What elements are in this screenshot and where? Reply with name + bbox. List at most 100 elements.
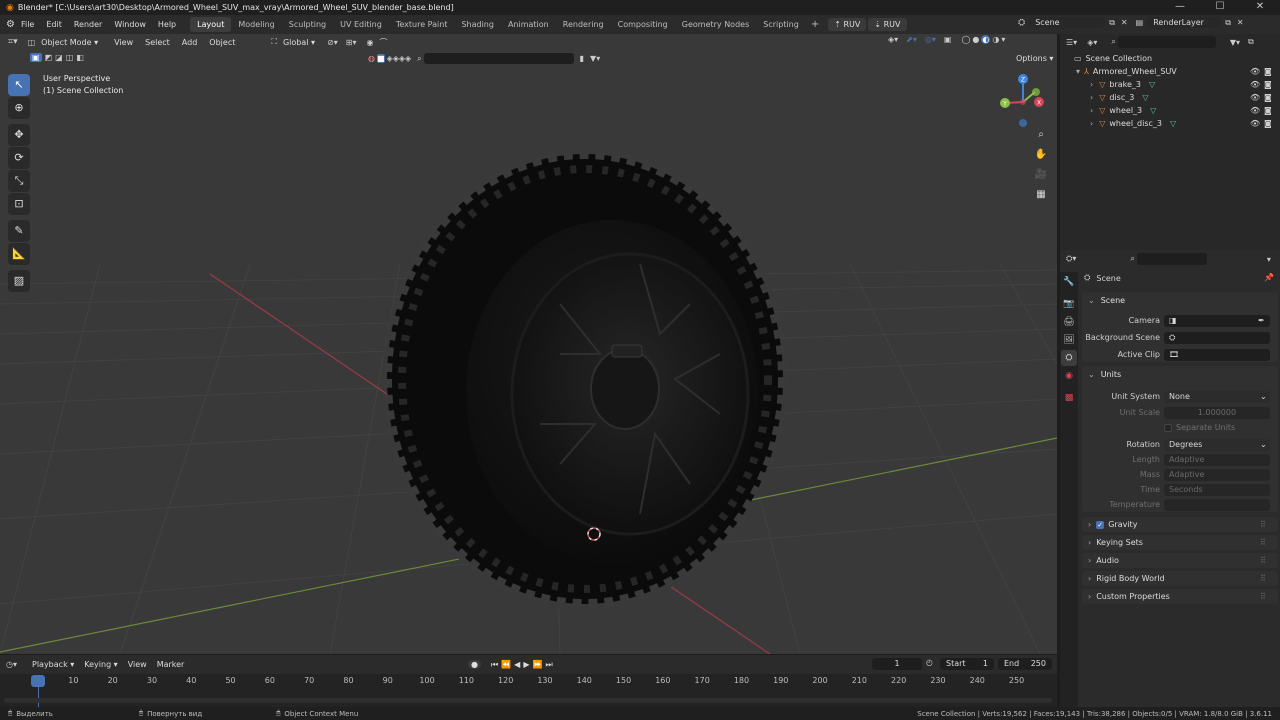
visibility-eye-icon[interactable]: 👁 bbox=[1250, 106, 1260, 115]
properties-search-field[interactable] bbox=[1136, 253, 1207, 265]
menu-render[interactable]: Render bbox=[68, 20, 108, 29]
new-scene-icon[interactable]: ⧉ bbox=[1109, 18, 1115, 28]
rigid-body-world-panel[interactable]: › Rigid Body World ⠿ bbox=[1082, 571, 1278, 586]
render-camera-icon[interactable]: ◙ bbox=[1264, 106, 1272, 115]
blender-menu-icon[interactable]: ⚙ bbox=[6, 19, 15, 30]
camera-field[interactable]: ◨ ✒ bbox=[1164, 315, 1270, 327]
cursor-tool[interactable]: ⊕ bbox=[8, 97, 30, 119]
timeline-scrollbar[interactable] bbox=[4, 698, 1052, 703]
zoom-icon[interactable]: ⌕ bbox=[1033, 129, 1049, 145]
jump-keyframe-back-icon[interactable]: ⏪ bbox=[501, 660, 511, 669]
scene-selector[interactable]: Scene bbox=[1029, 17, 1106, 28]
end-frame-field[interactable]: End 250 bbox=[998, 658, 1052, 670]
editor-type-icon[interactable]: ⌗▾ bbox=[8, 37, 18, 47]
select-new-icon[interactable]: ▣ bbox=[30, 53, 42, 62]
render-tab-icon[interactable]: 📷 bbox=[1061, 296, 1077, 312]
filter-curve-icon[interactable]: ◈◈◈◈ bbox=[387, 54, 412, 63]
unit-system-dropdown[interactable]: None ⌄ bbox=[1164, 391, 1270, 403]
properties-options-icon[interactable]: ▾ bbox=[1267, 255, 1271, 264]
remove-view-layer-icon[interactable]: ✕ bbox=[1237, 18, 1244, 27]
jump-start-icon[interactable]: ⏮ bbox=[491, 660, 498, 670]
menu-select[interactable]: Select bbox=[139, 37, 176, 48]
current-frame-field[interactable]: 1 bbox=[872, 658, 922, 670]
workspace-tab-texture-paint[interactable]: Texture Paint bbox=[389, 17, 455, 32]
drag-handle-icon[interactable]: ⠿ bbox=[1260, 520, 1266, 529]
mesh-data-icon[interactable]: ▽ bbox=[1149, 80, 1155, 89]
start-frame-field[interactable]: Start 1 bbox=[940, 658, 994, 670]
select-extend-icon[interactable]: ◩ bbox=[45, 53, 53, 62]
menu-file[interactable]: File bbox=[15, 20, 40, 29]
marker-menu[interactable]: Marker bbox=[152, 660, 190, 669]
shading-options-icon[interactable]: ▾ bbox=[1001, 35, 1005, 44]
workspace-tab-geometry-nodes[interactable]: Geometry Nodes bbox=[675, 17, 756, 32]
visibility-icon[interactable]: ◈▾ bbox=[888, 35, 898, 44]
eyedropper-icon[interactable]: ✒ bbox=[1258, 315, 1265, 327]
maximize-button[interactable]: ☐ bbox=[1200, 0, 1240, 15]
jump-end-icon[interactable]: ⏭ bbox=[545, 660, 552, 670]
view-layer-icon[interactable]: ▤ bbox=[1136, 18, 1144, 27]
select-invert-icon[interactable]: ◫ bbox=[66, 53, 74, 62]
frame-ruler[interactable]: 1102030405060708090100110120130140150160… bbox=[0, 674, 1057, 707]
ruv-download-button[interactable]: ⇣ RUV bbox=[868, 18, 907, 31]
render-camera-icon[interactable]: ◙ bbox=[1264, 93, 1272, 102]
add-workspace-icon[interactable]: + bbox=[806, 19, 824, 30]
workspace-tab-modeling[interactable]: Modeling bbox=[231, 17, 281, 32]
workspace-tab-rendering[interactable]: Rendering bbox=[556, 17, 611, 32]
expand-arrow-icon[interactable]: › bbox=[1090, 80, 1093, 89]
workspace-tab-layout[interactable]: Layout bbox=[190, 17, 232, 32]
outliner-row-armored-wheel[interactable]: ▾ ⅄ Armored_Wheel_SUV 👁 ◙ bbox=[1060, 65, 1280, 78]
measure-tool[interactable]: 📐 bbox=[8, 243, 30, 265]
scene-tab-icon[interactable]: ⛭ bbox=[1061, 350, 1077, 366]
workspace-tab-sculpting[interactable]: Sculpting bbox=[282, 17, 333, 32]
pan-hand-icon[interactable]: ✋ bbox=[1033, 149, 1049, 165]
outliner-row-wheel[interactable]: › ▽ wheel_3 ▽ 👁 ◙ bbox=[1060, 104, 1280, 117]
shading-solid-icon[interactable]: ● bbox=[972, 35, 979, 44]
collection-tab-icon[interactable]: ▩ bbox=[1061, 390, 1077, 406]
outliner-filter-icon[interactable]: ▼▾ bbox=[1230, 38, 1240, 47]
visibility-eye-icon[interactable]: 👁 bbox=[1250, 80, 1260, 89]
visibility-eye-icon[interactable]: 👁 bbox=[1250, 67, 1260, 76]
outliner-row-brake[interactable]: › ▽ brake_3 ▽ 👁 ◙ bbox=[1060, 78, 1280, 91]
xray-toggle-icon[interactable]: ▣ bbox=[944, 35, 952, 44]
playback-menu[interactable]: Playback ▾ bbox=[27, 660, 79, 669]
ruv-upload-button[interactable]: ⇡ RUV bbox=[828, 18, 867, 31]
viewport-search-field[interactable] bbox=[423, 53, 574, 64]
mass-dropdown[interactable]: Adaptive bbox=[1164, 469, 1270, 481]
length-dropdown[interactable]: Adaptive bbox=[1164, 454, 1270, 466]
visibility-eye-icon[interactable]: 👁 bbox=[1250, 93, 1260, 102]
temperature-dropdown[interactable] bbox=[1164, 499, 1270, 511]
wheel-model[interactable] bbox=[382, 149, 788, 609]
mesh-data-icon[interactable]: ▽ bbox=[1170, 119, 1176, 128]
world-tab-icon[interactable]: ◉ bbox=[1061, 368, 1077, 384]
custom-properties-panel[interactable]: › Custom Properties ⠿ bbox=[1082, 589, 1278, 604]
move-tool[interactable]: ✥ bbox=[8, 124, 30, 146]
remove-scene-icon[interactable]: ✕ bbox=[1121, 18, 1128, 27]
menu-window[interactable]: Window bbox=[108, 20, 152, 29]
add-cube-tool[interactable]: ▨ bbox=[8, 270, 30, 292]
render-camera-icon[interactable]: ◙ bbox=[1264, 119, 1272, 128]
outliner-search-field[interactable] bbox=[1117, 36, 1216, 48]
shading-rendered-icon[interactable]: ◑ bbox=[992, 35, 999, 44]
overlay-toggle-icon[interactable]: ◎▾ bbox=[925, 35, 936, 44]
background-scene-field[interactable]: ⛭ bbox=[1164, 332, 1270, 344]
rotation-dropdown[interactable]: Degrees ⌄ bbox=[1164, 439, 1270, 451]
audio-panel[interactable]: › Audio ⠿ bbox=[1082, 553, 1278, 568]
render-camera-icon[interactable]: ◙ bbox=[1264, 80, 1272, 89]
transform-orientation-dropdown[interactable]: Global ▾ bbox=[277, 37, 321, 48]
workspace-tab-animation[interactable]: Animation bbox=[501, 17, 556, 32]
falloff-icon[interactable]: ⌒ bbox=[379, 37, 387, 48]
workspace-tab-uv-editing[interactable]: UV Editing bbox=[333, 17, 389, 32]
proportional-edit-icon[interactable]: ◉ bbox=[367, 38, 374, 47]
perspective-toggle-icon[interactable]: ▦ bbox=[1033, 189, 1049, 205]
object-mode-dropdown[interactable]: Object Mode ▾ bbox=[35, 37, 104, 48]
menu-edit[interactable]: Edit bbox=[40, 20, 68, 29]
timeline-editor-icon[interactable]: ◷▾ bbox=[6, 660, 17, 669]
expand-arrow-icon[interactable]: ▾ bbox=[1076, 67, 1080, 76]
output-tab-icon[interactable]: 🖨 bbox=[1061, 314, 1077, 330]
mesh-data-icon[interactable]: ▽ bbox=[1150, 106, 1156, 115]
scene-icon[interactable]: ⛭ bbox=[1018, 18, 1025, 28]
separate-units-checkbox[interactable]: Separate Units bbox=[1164, 423, 1235, 432]
scale-tool[interactable]: ⤡ bbox=[8, 170, 30, 192]
select-subtract-icon[interactable]: ◪ bbox=[55, 53, 63, 62]
shading-wireframe-icon[interactable]: ◯ bbox=[961, 35, 970, 44]
